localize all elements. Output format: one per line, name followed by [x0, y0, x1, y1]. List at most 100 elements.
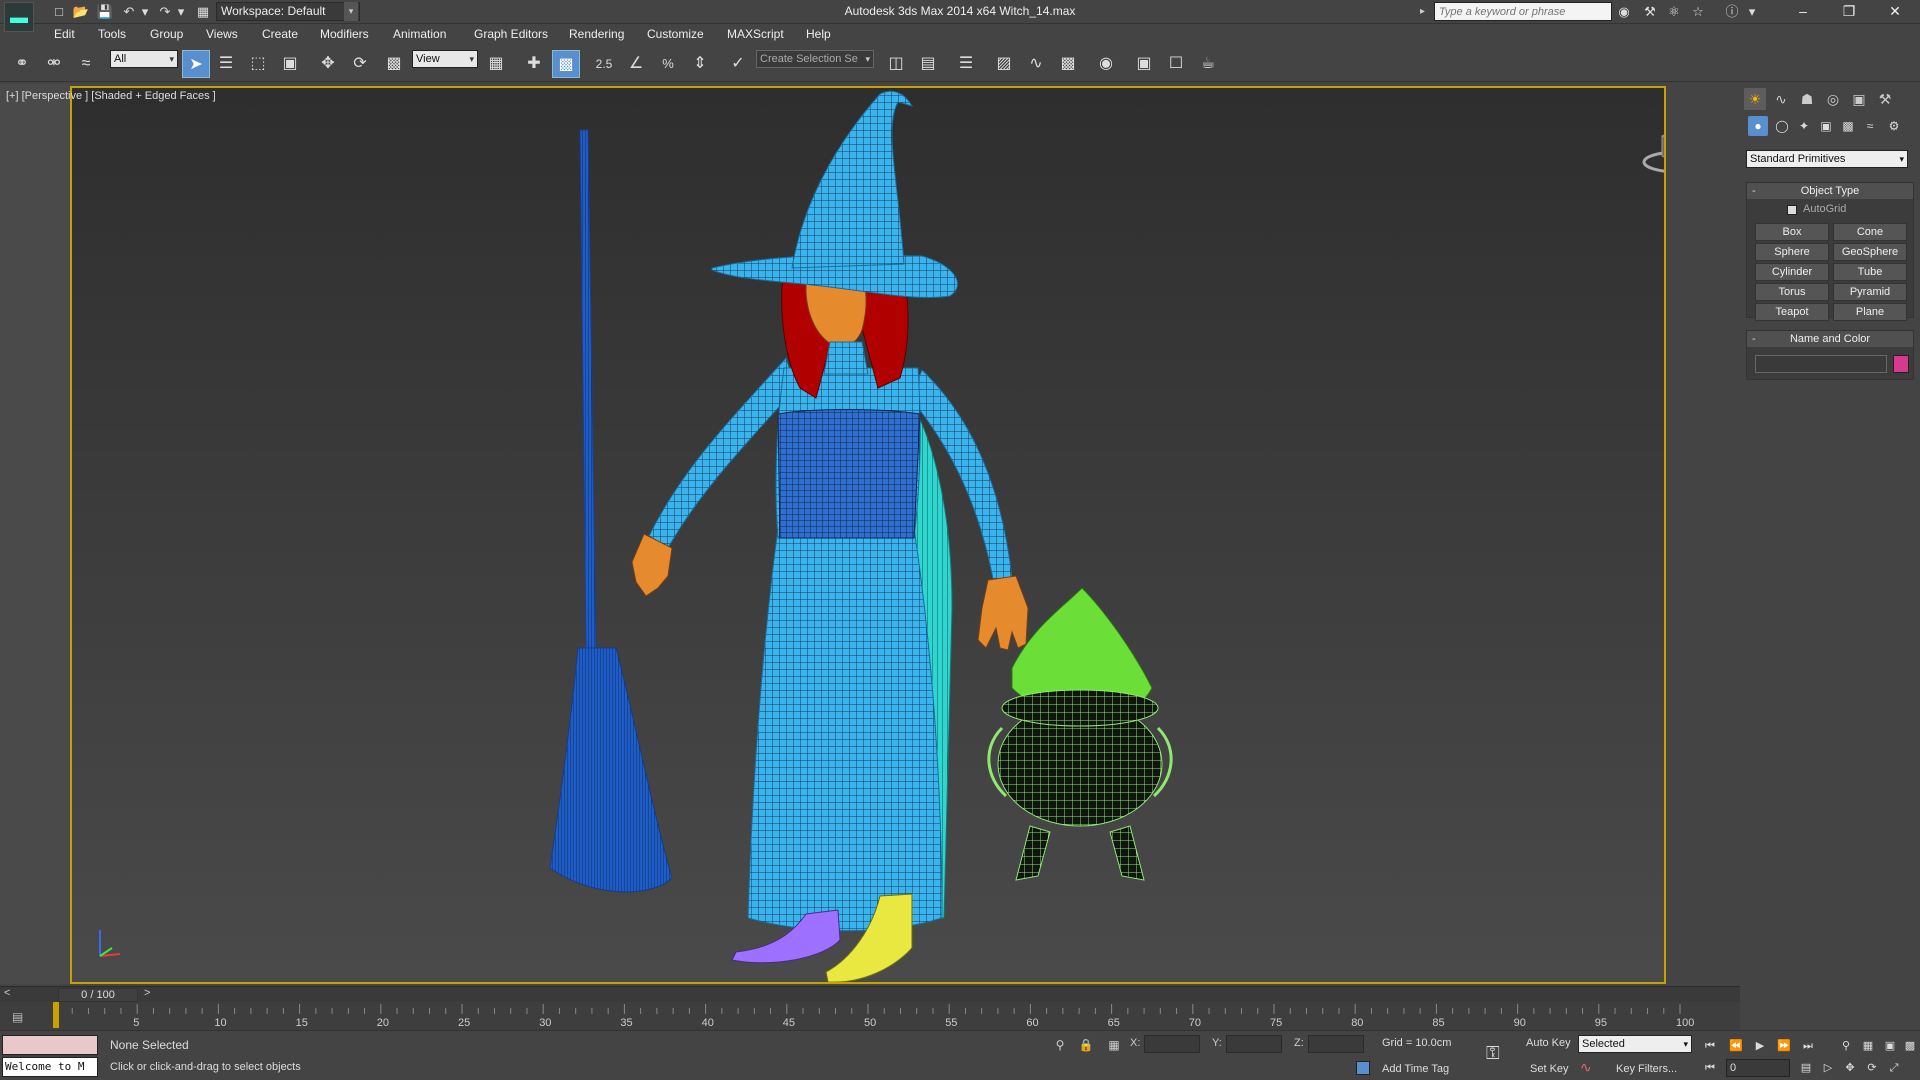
shapes-icon[interactable]: ◯ — [1772, 116, 1792, 136]
named-selection-set-dropdown[interactable]: Create Selection Se ▾ — [756, 50, 874, 68]
y-coordinate-field[interactable] — [1226, 1035, 1282, 1053]
reference-coordinate-dropdown[interactable]: View ▾ — [412, 50, 478, 68]
go-to-end-icon[interactable]: ⏭ — [1798, 1037, 1818, 1055]
cone-button[interactable]: Cone — [1833, 223, 1907, 241]
percent-snap-icon[interactable]: % — [654, 50, 682, 78]
menu-maxscript[interactable]: MAXScript — [727, 27, 784, 41]
isolate-selection-icon[interactable]: ⚲ — [1052, 1037, 1068, 1053]
pyramid-button[interactable]: Pyramid — [1833, 283, 1907, 301]
undo-dropdown-icon[interactable]: ▾ — [136, 3, 154, 21]
select-object-icon[interactable]: ➤ — [182, 50, 210, 78]
maxscript-listener-output[interactable]: Welcome to M — [2, 1057, 98, 1077]
menu-create[interactable]: Create — [262, 27, 298, 41]
search-input[interactable] — [1434, 2, 1612, 21]
render-production-icon[interactable]: ☕ — [1194, 50, 1222, 78]
menu-rendering[interactable]: Rendering — [569, 27, 624, 41]
zoom-icon[interactable]: ⚲ — [1836, 1037, 1856, 1055]
object-color-swatch[interactable] — [1893, 355, 1909, 373]
auto-key-button[interactable]: Auto Key — [1526, 1037, 1571, 1049]
sphere-button[interactable]: Sphere — [1755, 243, 1829, 261]
viewport-label-menu[interactable]: [+] [Perspective ] [Shaded + Edged Faces… — [6, 90, 216, 102]
zoom-extents-icon[interactable]: ▣ — [1880, 1037, 1900, 1055]
menu-edit[interactable]: Edit — [54, 27, 75, 41]
autogrid-checkbox[interactable] — [1787, 205, 1797, 215]
field-of-view-icon[interactable]: ▷ — [1818, 1059, 1838, 1077]
absolute-transform-icon[interactable]: ▦ — [1106, 1037, 1122, 1053]
material-editor-icon[interactable]: ◉ — [1092, 50, 1120, 78]
orbit-icon[interactable]: ⟳ — [1862, 1059, 1882, 1077]
select-and-scale-icon[interactable]: ▩ — [380, 50, 408, 78]
curve-editor-icon[interactable]: ∿ — [1022, 50, 1050, 78]
modify-tab-icon[interactable]: ∿ — [1770, 88, 1792, 110]
time-tag-icon[interactable] — [1356, 1061, 1370, 1075]
binoculars-icon[interactable]: ◉ — [1614, 3, 1634, 21]
plane-button[interactable]: Plane — [1833, 303, 1907, 321]
cylinder-button[interactable]: Cylinder — [1755, 263, 1829, 281]
time-slider[interactable]: < 0 / 100 > — [0, 986, 1740, 1002]
systems-icon[interactable]: ⚙ — [1884, 116, 1904, 136]
maxscript-mini-listener-input[interactable] — [2, 1035, 98, 1055]
space-warps-icon[interactable]: ≈ — [1860, 116, 1880, 136]
quick-access-dropdown-icon[interactable]: ▾ — [344, 2, 358, 21]
maximize-button[interactable]: ❐ — [1826, 0, 1872, 24]
lights-icon[interactable]: ✦ — [1794, 116, 1814, 136]
set-key-mode-key-icon[interactable]: ⚿ — [1486, 1043, 1516, 1063]
snaps-toggle-icon[interactable]: 2.5 — [590, 50, 618, 78]
broom-model[interactable] — [549, 129, 673, 893]
keyboard-shortcut-override-icon[interactable]: ▩ — [552, 50, 580, 78]
pan-view-icon[interactable]: ✥ — [1840, 1059, 1860, 1077]
x-coordinate-field[interactable] — [1144, 1035, 1200, 1053]
unlink-selection-icon[interactable]: ⚮ — [40, 50, 68, 78]
motion-tab-icon[interactable]: ◎ — [1822, 88, 1844, 110]
angle-snap-icon[interactable]: ∠ — [622, 50, 650, 78]
set-key-button[interactable]: Set Key — [1530, 1063, 1569, 1075]
subscription-center-icon[interactable]: ⚒ — [1640, 3, 1660, 21]
corset-lace-model[interactable] — [777, 409, 921, 539]
menu-help[interactable]: Help — [806, 27, 831, 41]
spinner-snap-icon[interactable]: ⇕ — [686, 50, 714, 78]
select-and-manipulate-icon[interactable]: ✚ — [520, 50, 548, 78]
layer-manager-icon[interactable]: ☰ — [952, 50, 980, 78]
workspace-dropdown[interactable]: Workspace: Default ▾ — [216, 2, 360, 21]
maximize-viewport-icon[interactable]: ▩ — [1900, 1037, 1920, 1055]
play-icon[interactable]: ▶ — [1750, 1037, 1770, 1055]
current-frame-input[interactable] — [1726, 1059, 1790, 1077]
maximize-toggle-icon[interactable]: ⤢ — [1884, 1059, 1904, 1077]
bind-to-space-warp-icon[interactable]: ≈ — [72, 50, 100, 78]
helpers-icon[interactable]: ▩ — [1838, 116, 1858, 136]
perspective-viewport[interactable] — [70, 86, 1666, 984]
add-time-tag-button[interactable]: Add Time Tag — [1382, 1063, 1449, 1075]
app-menu-logo-icon[interactable]: ▬ — [4, 2, 34, 32]
torus-button[interactable]: Torus — [1755, 283, 1829, 301]
menu-views[interactable]: Views — [206, 27, 238, 41]
create-tab-icon[interactable]: ☀ — [1744, 88, 1766, 110]
open-file-icon[interactable]: 📂 — [72, 3, 90, 21]
utilities-tab-icon[interactable]: ⚒ — [1874, 88, 1896, 110]
geometry-icon[interactable]: ● — [1748, 116, 1768, 136]
redo-dropdown-icon[interactable]: ▾ — [172, 3, 190, 21]
project-folder-icon[interactable]: ▦ — [194, 3, 212, 21]
display-tab-icon[interactable]: ▣ — [1848, 88, 1870, 110]
menu-customize[interactable]: Customize — [647, 27, 704, 41]
communication-center-icon[interactable]: ⚛ — [1664, 3, 1684, 21]
render-setup-icon[interactable]: ▣ — [1130, 50, 1158, 78]
neck-model[interactable] — [823, 341, 869, 375]
current-frame-marker[interactable] — [53, 1002, 59, 1028]
selection-lock-icon[interactable]: 🔒 — [1078, 1037, 1094, 1053]
hat-model[interactable] — [711, 90, 958, 298]
next-frame-icon[interactable]: ⏩ — [1774, 1037, 1794, 1055]
frame-counter[interactable]: 0 / 100 — [58, 988, 138, 1002]
search-toggle-icon[interactable]: ▸ — [1420, 2, 1432, 21]
rendered-frame-window-icon[interactable]: ☐ — [1162, 50, 1190, 78]
minimize-button[interactable]: – — [1780, 0, 1826, 24]
primitive-type-dropdown[interactable]: Standard Primitives ▾ — [1746, 150, 1908, 168]
mirror-icon[interactable]: ◫ — [882, 50, 910, 78]
menu-tools[interactable]: Tools — [98, 27, 126, 41]
z-coordinate-field[interactable] — [1308, 1035, 1364, 1053]
favorites-star-icon[interactable]: ☆ — [1688, 3, 1708, 21]
key-filters-curve-icon[interactable]: ∿ — [1580, 1059, 1598, 1077]
previous-frame-icon[interactable]: ⏪ — [1726, 1037, 1746, 1055]
key-mode-toggle-icon[interactable]: ⏮ — [1700, 1059, 1720, 1077]
witch-scene-model[interactable] — [72, 88, 1666, 984]
cameras-icon[interactable]: ▣ — [1816, 116, 1836, 136]
